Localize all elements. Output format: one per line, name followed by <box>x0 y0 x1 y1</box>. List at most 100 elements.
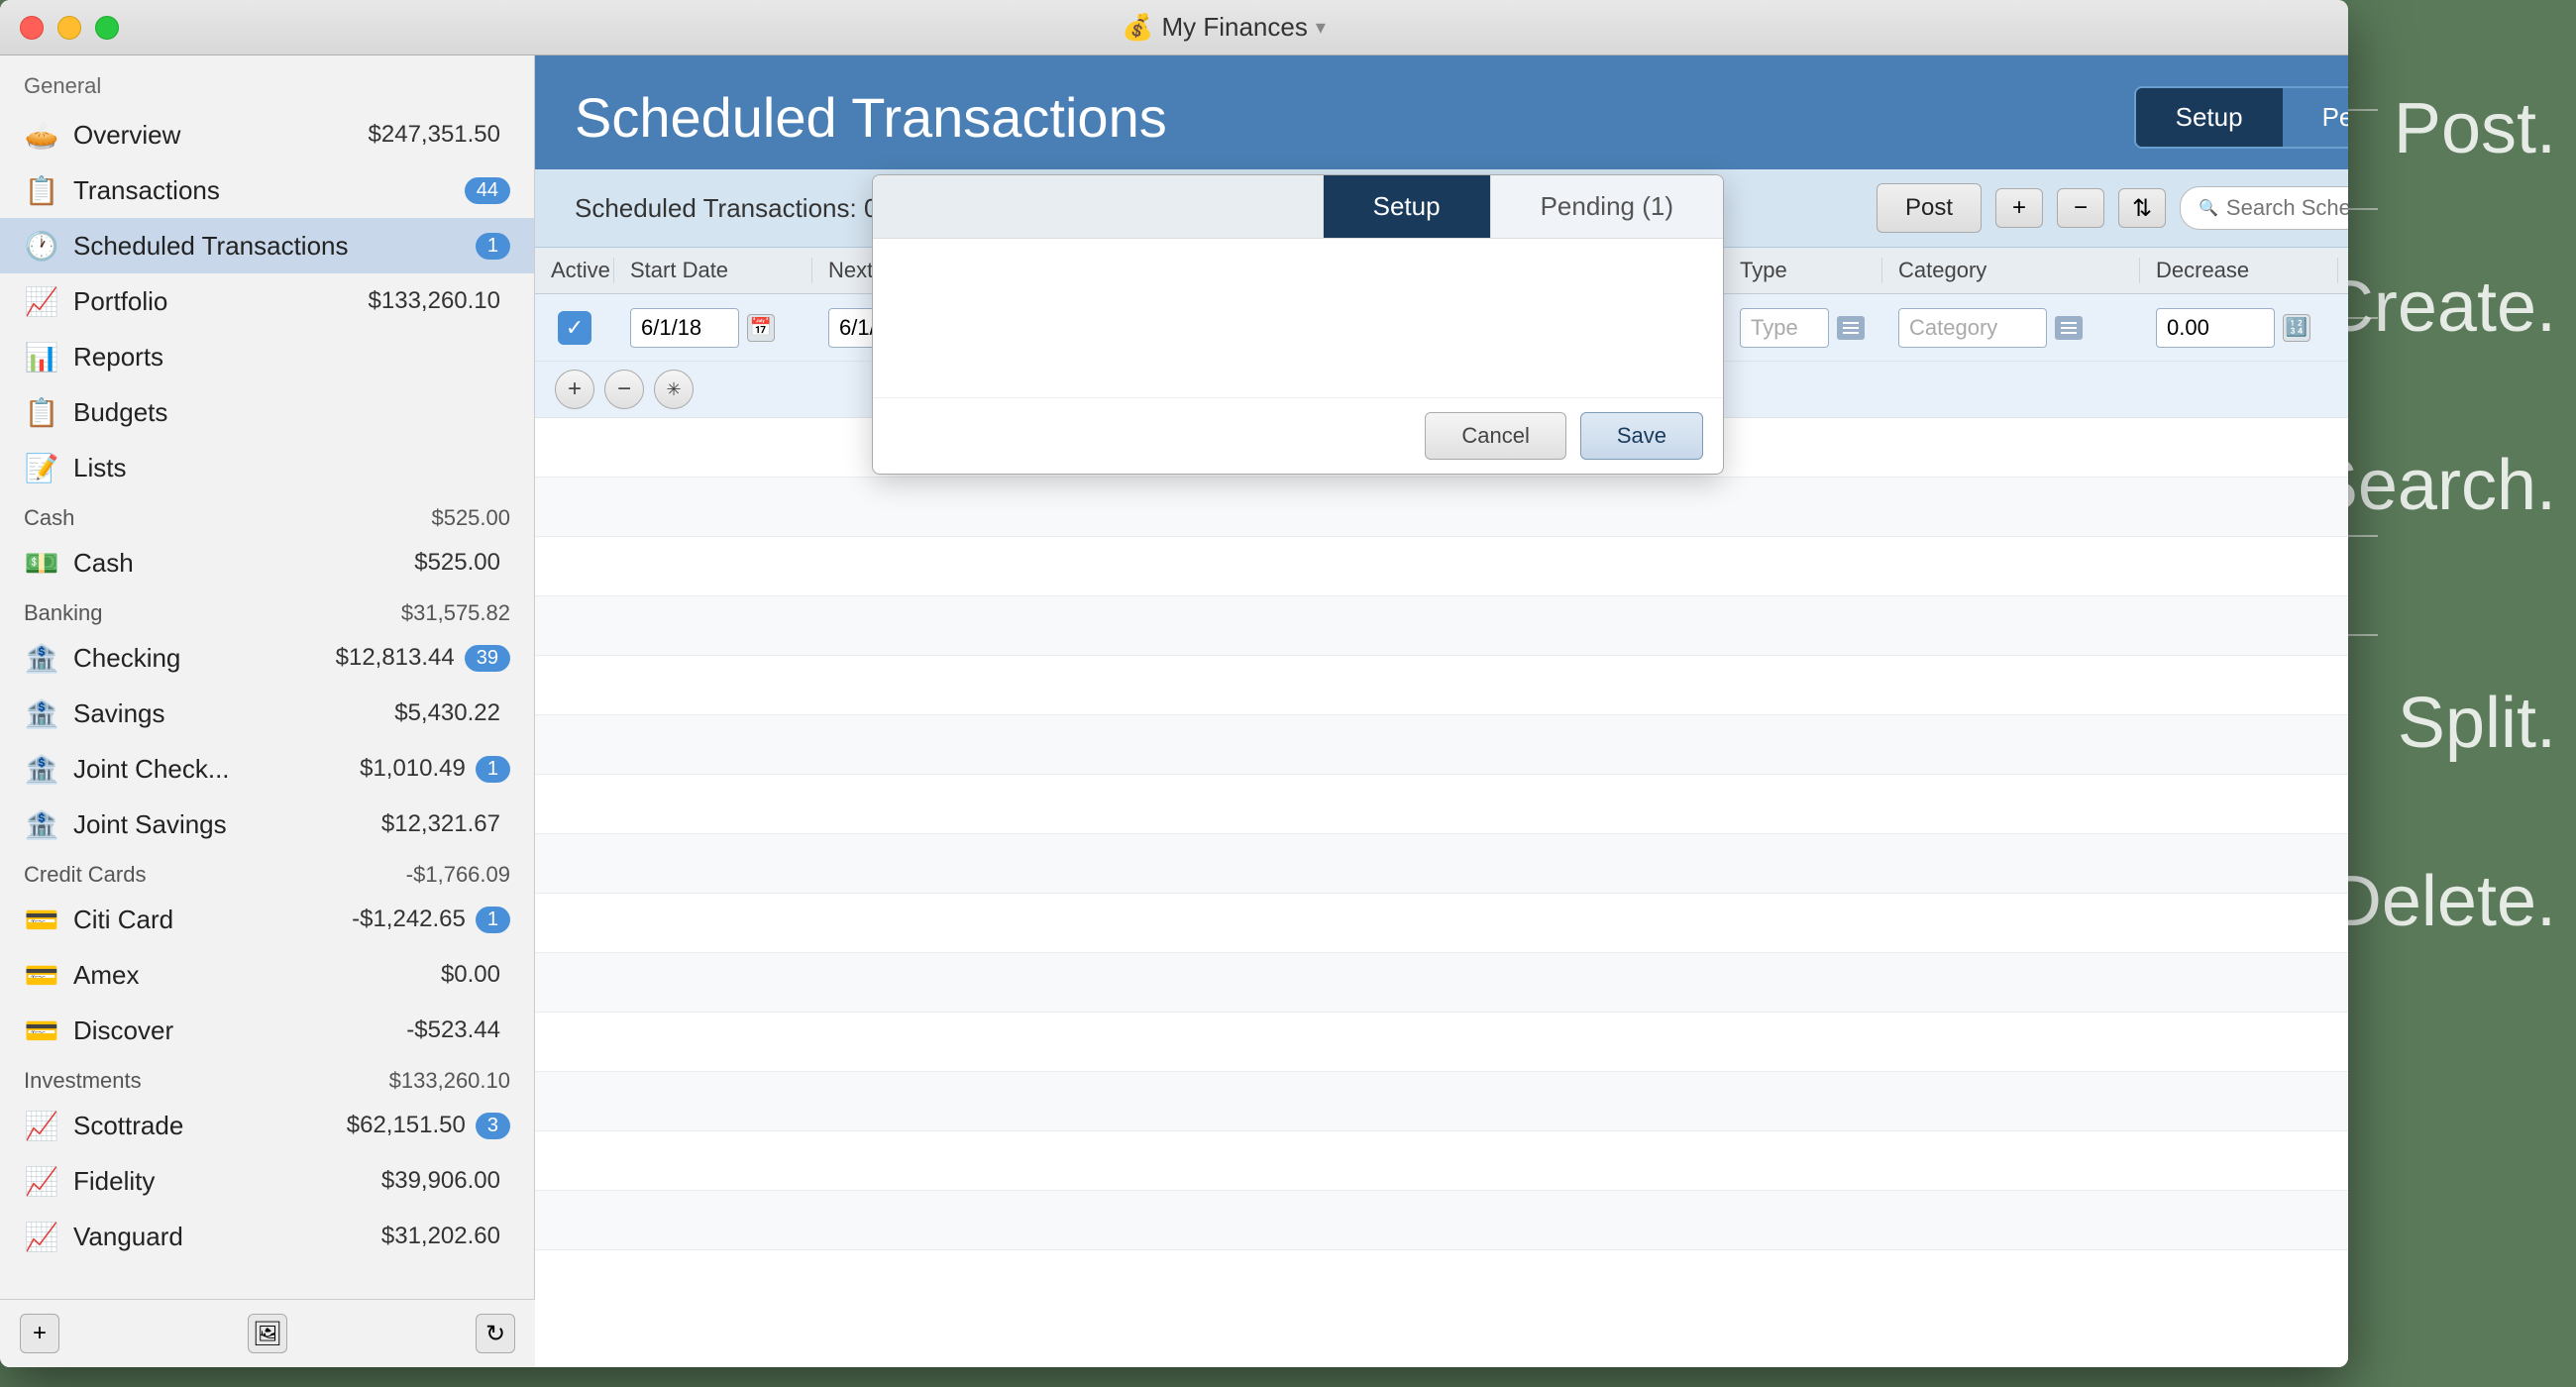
investments-label: Investments <box>24 1068 142 1094</box>
minimize-button[interactable] <box>57 16 81 40</box>
sidebar-item-overview[interactable]: 🥧 Overview $247,351.50 <box>0 107 534 162</box>
sidebar-image-button[interactable]: 🖼 <box>248 1314 287 1353</box>
sidebar-item-amex[interactable]: 💳 Amex $0.00 <box>0 947 534 1003</box>
active-checkbox[interactable]: ✓ <box>558 311 591 345</box>
cell-type[interactable] <box>1724 308 1882 348</box>
credit-group-header: Credit Cards -$1,766.09 <box>0 852 534 892</box>
sidebar-budgets-label: Budgets <box>73 397 510 428</box>
popup-tabs: Setup Pending (1) <box>1324 175 1723 238</box>
savings-value: $5,430.22 <box>394 699 500 727</box>
sidebar: General 🥧 Overview $247,351.50 📋 Transac… <box>0 55 535 1367</box>
scottrade-badge: 3 <box>476 1113 510 1139</box>
cancel-button[interactable]: Cancel <box>1425 412 1565 460</box>
sidebar-portfolio-label: Portfolio <box>73 286 369 317</box>
cell-active[interactable]: ✓ <box>535 311 614 345</box>
sidebar-add-button[interactable]: + <box>20 1314 59 1353</box>
popup-header: Setup Pending (1) <box>873 175 1723 239</box>
discover-value: -$523.44 <box>406 1016 500 1044</box>
sidebar-item-budgets[interactable]: 📋 Budgets <box>0 384 534 440</box>
checking-value: $12,813.44 <box>336 644 455 672</box>
app-body: General 🥧 Overview $247,351.50 📋 Transac… <box>0 55 2348 1367</box>
cell-start-date[interactable]: 📅 <box>614 308 812 348</box>
cash-icon: 💵 <box>24 545 59 581</box>
empty-row <box>535 1191 2348 1250</box>
sidebar-item-citicard[interactable]: 💳 Citi Card -$1,242.65 1 <box>0 892 534 947</box>
category-menu-icon[interactable] <box>2055 316 2083 340</box>
popup-tab-setup[interactable]: Setup <box>1324 175 1490 238</box>
cell-category[interactable] <box>1882 308 2140 348</box>
close-button[interactable] <box>20 16 44 40</box>
sidebar-refresh-button[interactable]: ↻ <box>476 1314 515 1353</box>
fidelity-icon: 📈 <box>24 1163 59 1199</box>
sidebar-item-joint-check[interactable]: 🏦 Joint Check... $1,010.49 1 <box>0 741 534 797</box>
reports-icon: 📊 <box>24 339 59 374</box>
save-button[interactable]: Save <box>1580 412 1703 460</box>
discover-icon: 💳 <box>24 1013 59 1048</box>
portfolio-icon: 📈 <box>24 283 59 319</box>
sidebar-item-cash[interactable]: 💵 Cash $525.00 <box>0 535 534 590</box>
tab-pending[interactable]: Pending (1) <box>2283 88 2348 147</box>
cell-increase[interactable]: 🔢 <box>2338 308 2348 348</box>
empty-row <box>535 1072 2348 1131</box>
sidebar-item-transactions[interactable]: 📋 Transactions 44 <box>0 162 534 218</box>
sidebar-item-lists[interactable]: 📝 Lists <box>0 440 534 495</box>
empty-row <box>535 596 2348 656</box>
col-header-active: Active <box>535 258 614 283</box>
maximize-button[interactable] <box>95 16 119 40</box>
sidebar-item-portfolio[interactable]: 📈 Portfolio $133,260.10 <box>0 273 534 329</box>
cash-group-header: Cash $525.00 <box>0 495 534 535</box>
split-row-button[interactable]: ✳ <box>654 370 694 409</box>
popup-tab-pending[interactable]: Pending (1) <box>1490 175 1723 238</box>
joint-check-badge: 1 <box>476 756 510 783</box>
empty-row <box>535 894 2348 953</box>
sidebar-item-joint-savings[interactable]: 🏦 Joint Savings $12,321.67 <box>0 797 534 852</box>
sidebar-item-scottrade[interactable]: 📈 Scottrade $62,151.50 3 <box>0 1098 534 1153</box>
decrease-input[interactable] <box>2156 308 2275 348</box>
transfer-button[interactable]: ⇅ <box>2118 188 2166 228</box>
sidebar-transactions-label: Transactions <box>73 175 465 206</box>
start-date-input[interactable] <box>630 308 739 348</box>
amex-icon: 💳 <box>24 957 59 993</box>
cell-decrease[interactable]: 🔢 <box>2140 308 2338 348</box>
sidebar-item-vanguard[interactable]: 📈 Vanguard $31,202.60 <box>0 1209 534 1264</box>
vanguard-label: Vanguard <box>73 1222 381 1252</box>
citicard-badge: 1 <box>476 907 510 933</box>
joint-check-icon: 🏦 <box>24 751 59 787</box>
add-button[interactable]: + <box>1995 188 2043 228</box>
sidebar-item-reports[interactable]: 📊 Reports <box>0 329 534 384</box>
add-row-button[interactable]: + <box>555 370 594 409</box>
annotation-delete: Delete. <box>2330 852 2556 952</box>
remove-button[interactable]: − <box>2057 188 2104 228</box>
col-header-increase: Increase <box>2338 258 2348 283</box>
sidebar-overview-label: Overview <box>73 120 369 151</box>
sidebar-item-fidelity[interactable]: 📈 Fidelity $39,906.00 <box>0 1153 534 1209</box>
post-button[interactable]: Post <box>1877 183 1982 233</box>
sidebar-reports-label: Reports <box>73 342 510 373</box>
lists-icon: 📝 <box>24 450 59 485</box>
fidelity-value: $39,906.00 <box>381 1167 500 1195</box>
banking-total: $31,575.82 <box>401 600 510 626</box>
scheduled-badge: 1 <box>476 233 510 260</box>
type-input[interactable] <box>1740 308 1829 348</box>
page-title: Scheduled Transactions <box>575 85 1167 150</box>
empty-row <box>535 656 2348 715</box>
sidebar-item-scheduled[interactable]: 🕐 Scheduled Transactions 1 <box>0 218 534 273</box>
sidebar-item-checking[interactable]: 🏦 Checking $12,813.44 39 <box>0 630 534 686</box>
sidebar-general-header: General <box>0 55 534 107</box>
tab-setup[interactable]: Setup <box>2136 88 2283 147</box>
sidebar-item-discover[interactable]: 💳 Discover -$523.44 <box>0 1003 534 1058</box>
decrease-calc-icon[interactable]: 🔢 <box>2283 314 2310 342</box>
cash-account-value: $525.00 <box>414 549 500 577</box>
start-date-calendar-icon[interactable]: 📅 <box>747 314 775 342</box>
checking-badge: 39 <box>465 645 510 672</box>
search-input[interactable] <box>2226 195 2348 221</box>
remove-row-button[interactable]: − <box>604 370 644 409</box>
type-menu-icon[interactable] <box>1837 316 1865 340</box>
empty-row <box>535 834 2348 894</box>
sidebar-item-savings[interactable]: 🏦 Savings $5,430.22 <box>0 686 534 741</box>
empty-row <box>535 775 2348 834</box>
overview-icon: 🥧 <box>24 117 59 153</box>
category-input[interactable] <box>1898 308 2047 348</box>
savings-icon: 🏦 <box>24 695 59 731</box>
scottrade-label: Scottrade <box>73 1111 347 1141</box>
